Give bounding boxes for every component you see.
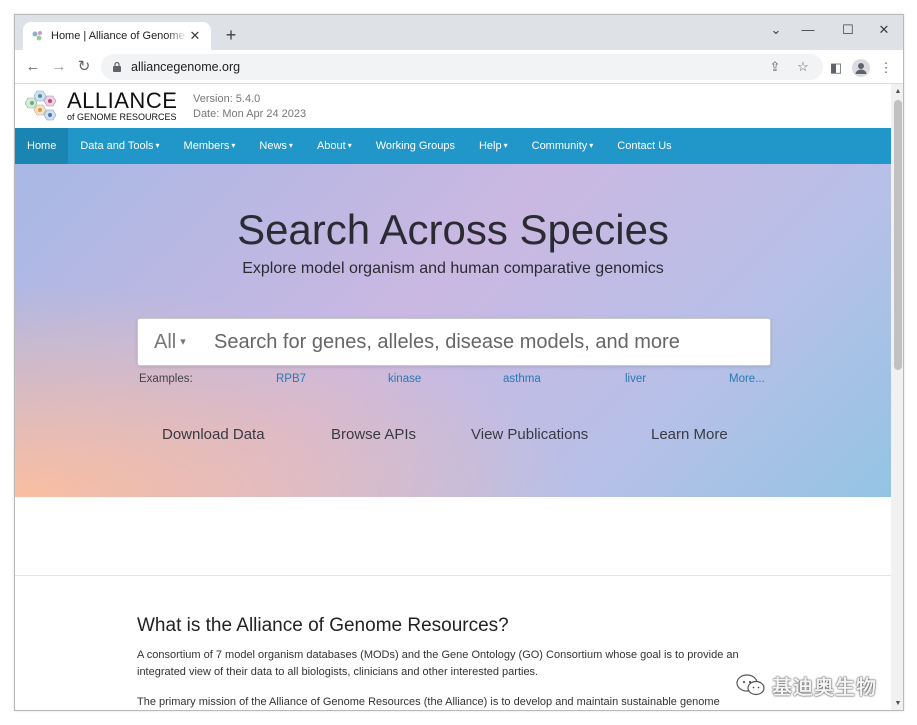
watermark: 基迪奥生物 xyxy=(736,672,877,699)
menu-kebab-icon[interactable]: ⋮ xyxy=(877,59,895,77)
tab-strip: Home | Alliance of Genome Resources ✕ + … xyxy=(15,15,903,50)
alliance-logo-icon[interactable] xyxy=(25,88,65,124)
examples-label: Examples: xyxy=(139,373,193,385)
browser-tab[interactable]: Home | Alliance of Genome Resources ✕ xyxy=(23,22,211,50)
maximize-icon[interactable]: ☐ xyxy=(833,20,863,40)
watermark-text: 基迪奥生物 xyxy=(772,676,877,699)
side-panel-icon[interactable]: ◧ xyxy=(827,59,845,77)
example-link-more[interactable]: More... xyxy=(729,373,765,385)
tab-title: Home | Alliance of Genome Resources xyxy=(51,30,187,42)
browse-apis-link[interactable]: Browse APIs xyxy=(331,426,416,443)
alliance-favicon-icon xyxy=(31,29,45,43)
example-link-liver[interactable]: liver xyxy=(625,373,646,385)
search-examples: Examples: RPB7 kinase asthma liver More.… xyxy=(139,373,779,389)
logo-wordmark[interactable]: ALLIANCE of GENOME RESOURCES xyxy=(67,90,177,123)
nav-help[interactable]: Help ▾ xyxy=(467,128,520,164)
caret-down-icon: ▾ xyxy=(503,141,508,150)
nav-data-and-tools[interactable]: Data and Tools ▾ xyxy=(68,128,171,164)
minimize-icon[interactable]: — xyxy=(793,20,823,40)
download-data-link[interactable]: Download Data xyxy=(162,426,265,443)
about-heading: What is the Alliance of Genome Resources… xyxy=(137,615,509,636)
version-info: Version: 5.4.0 Date: Mon Apr 24 2023 xyxy=(193,92,306,122)
example-link-rpb7[interactable]: RPB7 xyxy=(276,373,306,385)
share-icon[interactable]: ⇪ xyxy=(767,59,783,75)
search-input[interactable] xyxy=(214,330,754,354)
caret-down-icon: ▾ xyxy=(589,141,594,150)
browser-toolbar: ← → ↻ alliancegenome.org ⇪ ☆ ◧ ⋮ xyxy=(15,50,903,84)
caret-down-icon: ▾ xyxy=(231,141,236,150)
url-text: alliancegenome.org xyxy=(131,60,241,74)
nav-community[interactable]: Community ▾ xyxy=(520,128,606,164)
hero-subtitle: Explore model organism and human compara… xyxy=(242,260,664,277)
scroll-down-arrow-icon[interactable]: ▼ xyxy=(894,700,902,708)
version-text: Version: 5.4.0 xyxy=(193,93,261,105)
example-link-kinase[interactable]: kinase xyxy=(388,373,421,385)
logo-sub-text: of GENOME RESOURCES xyxy=(67,112,177,122)
page-scrollbar[interactable]: ▲ ▼ xyxy=(891,84,903,710)
view-publications-link[interactable]: View Publications xyxy=(471,426,588,443)
back-arrow-icon[interactable]: ← xyxy=(23,57,43,77)
address-bar[interactable]: alliancegenome.org ⇪ ☆ xyxy=(101,54,823,80)
nav-contact-us[interactable]: Contact Us xyxy=(605,128,683,164)
date-text: Date: Mon Apr 24 2023 xyxy=(193,108,307,120)
site-header: ALLIANCE of GENOME RESOURCES Version: 5.… xyxy=(15,84,891,128)
tab-search-icon[interactable]: ⌄ xyxy=(761,20,791,40)
hero-title: Search Across Species xyxy=(237,206,669,253)
close-tab-icon[interactable]: ✕ xyxy=(187,28,203,44)
search-category-dropdown[interactable]: All ▾ xyxy=(138,331,214,354)
caret-down-icon: ▾ xyxy=(155,141,160,150)
lock-icon xyxy=(113,61,121,72)
star-bookmark-icon[interactable]: ☆ xyxy=(795,59,811,75)
logo-main-text: ALLIANCE xyxy=(67,88,178,113)
page-viewport: ALLIANCE of GENOME RESOURCES Version: 5.… xyxy=(15,84,891,710)
nav-news[interactable]: News ▾ xyxy=(247,128,305,164)
forward-arrow-icon[interactable]: → xyxy=(49,57,69,77)
learn-more-link[interactable]: Learn More xyxy=(651,426,728,443)
new-tab-button[interactable]: + xyxy=(221,25,241,45)
caret-down-icon: ▾ xyxy=(180,335,186,348)
browser-window: Home | Alliance of Genome Resources ✕ + … xyxy=(14,14,904,711)
wechat-icon xyxy=(736,674,765,696)
nav-about[interactable]: About ▾ xyxy=(305,128,364,164)
profile-avatar-icon[interactable] xyxy=(852,59,870,77)
about-paragraph-2: The primary mission of the Alliance of G… xyxy=(137,696,720,708)
reload-icon[interactable]: ↻ xyxy=(74,57,94,77)
main-navbar: Home Data and Tools ▾ Members ▾ News ▾ Abou… xyxy=(15,128,891,164)
caret-down-icon: ▾ xyxy=(288,141,293,150)
caret-down-icon: ▾ xyxy=(347,141,352,150)
scrollbar-thumb[interactable] xyxy=(894,100,902,370)
close-window-icon[interactable]: ✕ xyxy=(869,20,899,40)
about-paragraph-1: A consortium of 7 model organism databas… xyxy=(137,649,739,678)
search-bar: All ▾ xyxy=(137,318,771,366)
scroll-up-arrow-icon[interactable]: ▲ xyxy=(894,88,902,96)
hero-section: Search Across Species Explore model orga… xyxy=(15,164,891,497)
example-link-asthma[interactable]: asthma xyxy=(503,373,541,385)
nav-working-groups[interactable]: Working Groups xyxy=(364,128,467,164)
nav-home[interactable]: Home xyxy=(15,128,69,164)
section-divider xyxy=(15,575,891,576)
nav-members[interactable]: Members ▾ xyxy=(172,128,248,164)
